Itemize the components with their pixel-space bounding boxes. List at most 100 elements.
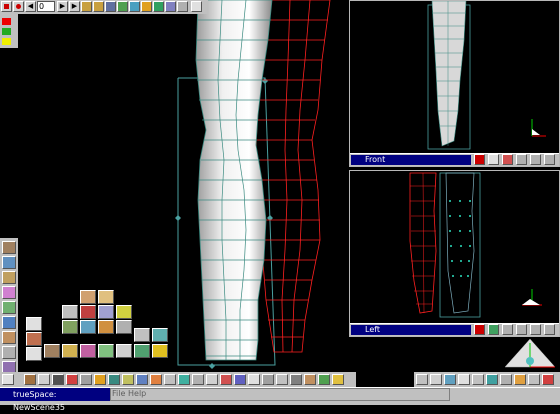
object-icon[interactable] xyxy=(62,320,78,334)
view-icon[interactable] xyxy=(502,324,513,335)
front-viewport[interactable]: Front xyxy=(349,0,560,167)
left-viewport[interactable]: Left xyxy=(349,170,560,337)
object-icon[interactable] xyxy=(44,344,60,358)
view-icon[interactable] xyxy=(544,324,555,335)
tool-icon[interactable] xyxy=(2,346,16,359)
tool-icon[interactable] xyxy=(94,374,106,385)
object-icon[interactable] xyxy=(26,347,42,361)
object-icon[interactable] xyxy=(152,328,168,342)
tool-icon[interactable] xyxy=(38,374,50,385)
loop-icon[interactable] xyxy=(93,1,104,12)
tool-icon[interactable] xyxy=(234,374,246,385)
panel-icon[interactable] xyxy=(177,1,188,12)
object-icon[interactable] xyxy=(26,317,42,331)
tool-icon[interactable] xyxy=(164,374,176,385)
tool-icon[interactable] xyxy=(66,374,78,385)
view-icon[interactable] xyxy=(516,324,527,335)
tool-icon[interactable] xyxy=(2,241,16,254)
object-icon[interactable] xyxy=(152,344,168,358)
object-icon[interactable] xyxy=(116,305,132,319)
view-icon[interactable] xyxy=(416,374,428,385)
view-icon[interactable] xyxy=(488,154,499,165)
view-icon[interactable] xyxy=(488,324,499,335)
view-icon[interactable] xyxy=(500,374,512,385)
tool-icon[interactable] xyxy=(192,374,204,385)
close-icon[interactable] xyxy=(474,324,485,335)
tool-icon[interactable] xyxy=(318,374,330,385)
tool-icon[interactable] xyxy=(248,374,260,385)
stop-icon[interactable] xyxy=(1,1,12,12)
yellow-swatch-icon[interactable] xyxy=(2,38,11,45)
tool-icon[interactable] xyxy=(220,374,232,385)
tool-icon[interactable] xyxy=(2,271,16,284)
view-icon[interactable] xyxy=(502,154,513,165)
view-icon[interactable] xyxy=(514,374,526,385)
render-icon[interactable] xyxy=(129,1,140,12)
view-icon[interactable] xyxy=(544,154,555,165)
object-icon[interactable] xyxy=(116,320,132,334)
close-icon[interactable] xyxy=(474,154,485,165)
object-icon[interactable] xyxy=(80,290,96,304)
object-icon[interactable] xyxy=(98,344,114,358)
link-icon[interactable] xyxy=(117,1,128,12)
rewind-icon[interactable]: ◀ xyxy=(25,1,36,12)
note-icon[interactable] xyxy=(165,1,176,12)
play-icon[interactable]: ▶ xyxy=(57,1,68,12)
object-icon[interactable] xyxy=(98,290,114,304)
view-icon[interactable] xyxy=(530,324,541,335)
tool-icon[interactable] xyxy=(206,374,218,385)
object-icon[interactable] xyxy=(80,320,96,334)
grid-icon[interactable] xyxy=(105,1,116,12)
tool-icon[interactable] xyxy=(24,374,36,385)
color-swatches xyxy=(0,14,18,48)
tool-icon[interactable] xyxy=(150,374,162,385)
tool-icon[interactable] xyxy=(80,374,92,385)
object-icon[interactable] xyxy=(116,344,132,358)
tool-icon[interactable] xyxy=(262,374,274,385)
record-icon[interactable] xyxy=(13,1,24,12)
navigation-gizmo[interactable] xyxy=(500,337,560,373)
undo-icon[interactable] xyxy=(2,374,14,385)
view-icon[interactable] xyxy=(486,374,498,385)
tool-icon[interactable] xyxy=(2,301,16,314)
view-icon[interactable] xyxy=(542,374,554,385)
tool-icon[interactable] xyxy=(304,374,316,385)
tool-icon[interactable] xyxy=(136,374,148,385)
keyframe-icon[interactable] xyxy=(81,1,92,12)
paint-icon[interactable] xyxy=(153,1,164,12)
material-icon[interactable] xyxy=(141,1,152,12)
view-icon[interactable] xyxy=(472,374,484,385)
object-icon[interactable] xyxy=(80,344,96,358)
object-icon[interactable] xyxy=(62,344,78,358)
tool-icon[interactable] xyxy=(290,374,302,385)
view-icon[interactable] xyxy=(430,374,442,385)
object-icon[interactable] xyxy=(134,344,150,358)
view-icon[interactable] xyxy=(528,374,540,385)
tool-icon[interactable] xyxy=(52,374,64,385)
tool-icon[interactable] xyxy=(2,331,16,344)
object-icon[interactable] xyxy=(80,305,96,319)
view-icon[interactable] xyxy=(516,154,527,165)
view-icon[interactable] xyxy=(444,374,456,385)
step-icon[interactable]: ▶ xyxy=(69,1,80,12)
tool-icon[interactable] xyxy=(332,374,344,385)
object-icon[interactable] xyxy=(98,305,114,319)
tool-icon[interactable] xyxy=(108,374,120,385)
view-icon[interactable] xyxy=(530,154,541,165)
object-icon[interactable] xyxy=(98,320,114,334)
object-icon[interactable] xyxy=(134,328,150,342)
tool-icon[interactable] xyxy=(2,316,16,329)
tool-icon[interactable] xyxy=(178,374,190,385)
green-swatch-icon[interactable] xyxy=(2,28,11,35)
object-icon[interactable] xyxy=(26,332,42,346)
red-swatch-icon[interactable] xyxy=(2,18,11,25)
tool-icon[interactable] xyxy=(276,374,288,385)
tool-icon[interactable] xyxy=(122,374,134,385)
window-icon[interactable] xyxy=(191,1,202,12)
tool-icon[interactable] xyxy=(2,286,16,299)
app-title: trueSpace: NewScene35 xyxy=(13,390,66,412)
frame-field[interactable]: 0 xyxy=(37,1,55,12)
view-icon[interactable] xyxy=(458,374,470,385)
object-icon[interactable] xyxy=(62,305,78,319)
tool-icon[interactable] xyxy=(2,256,16,269)
